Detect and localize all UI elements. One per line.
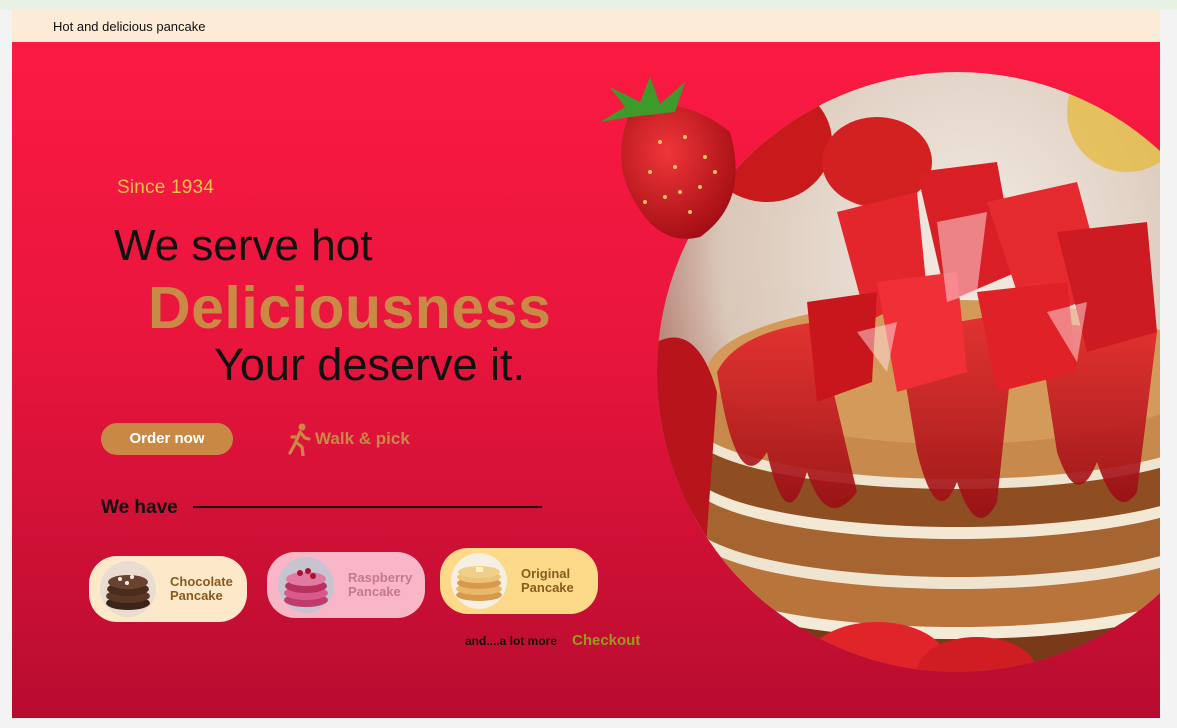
section-divider (193, 506, 542, 508)
top-strip (0, 0, 1177, 10)
menu-card-original[interactable]: Original Pancake (440, 548, 598, 614)
hero-section: Since 1934 We serve hot Deliciousness Yo… (12, 42, 1160, 718)
order-now-button[interactable]: Order now (101, 423, 233, 455)
raspberry-pancake-thumbnail (278, 557, 334, 613)
menu-card-chocolate[interactable]: Chocolate Pancake (89, 556, 247, 622)
since-label: Since 1934 (117, 177, 215, 198)
checkout-link[interactable]: Checkout (572, 632, 640, 649)
headline-line-1: We serve hot (114, 221, 373, 270)
chocolate-pancake-thumbnail (100, 561, 156, 617)
menu-card-label-line-1: Original (521, 566, 571, 581)
headline-line-3: Your deserve it. (214, 339, 526, 390)
original-pancake-thumbnail (451, 553, 507, 609)
headline-line-2: Deliciousness (148, 275, 552, 341)
menu-card-raspberry[interactable]: Raspberry Pancake (267, 552, 425, 618)
menu-card-label-line-1: Raspberry (348, 570, 413, 585)
page-frame: Hot and delicious pancake Since 1934 We … (12, 10, 1160, 718)
walk-and-pick-link[interactable]: Walk & pick (286, 422, 410, 456)
more-text: and....a lot more (465, 634, 558, 648)
menu-card-label: Original Pancake (521, 567, 574, 595)
menu-card-label: Chocolate Pancake (170, 575, 233, 603)
walking-person-icon (288, 423, 311, 456)
brand-title: Hot and delicious pancake (53, 18, 206, 34)
menu-card-label-line-1: Chocolate (170, 574, 233, 589)
we-have-heading: We have (101, 497, 178, 518)
walk-and-pick-label: Walk & pick (315, 429, 410, 448)
top-bar: Hot and delicious pancake (12, 10, 1160, 42)
strawberry-image (600, 77, 736, 239)
menu-card-label-line-2: Pancake (170, 588, 223, 603)
menu-card-label-line-2: Pancake (521, 580, 574, 595)
menu-card-label-line-2: Pancake (348, 584, 401, 599)
menu-card-label: Raspberry Pancake (348, 571, 412, 599)
